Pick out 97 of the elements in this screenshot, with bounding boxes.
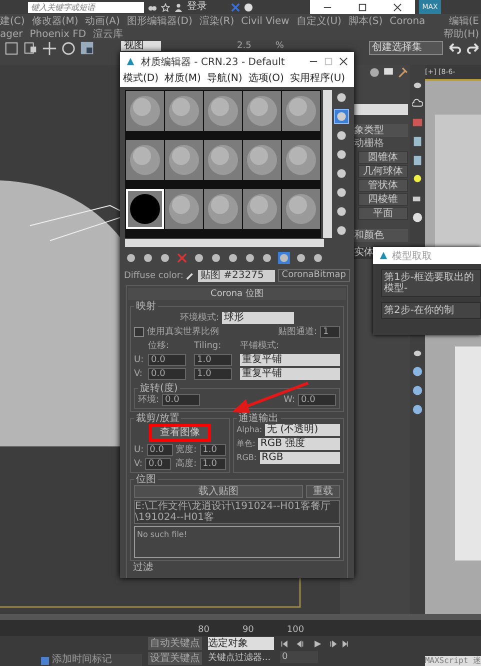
- maxscript-listener[interactable]: MAXScript 迷: [424, 656, 481, 666]
- menu-item[interactable]: ager: [0, 28, 23, 40]
- error-message: No such file!: [137, 530, 188, 539]
- menu-item[interactable]: 动画(A): [85, 14, 120, 28]
- offset-spinner[interactable]: 0.0: [148, 354, 186, 366]
- time-tag-field[interactable]: 添加时间标记: [52, 654, 142, 666]
- menu-item[interactable]: 模式(D): [123, 71, 159, 87]
- tile-mode-dropdown[interactable]: 重复平铺: [240, 368, 340, 380]
- login-link[interactable]: 登录: [187, 1, 207, 13]
- frame-tick-label: 100: [286, 625, 304, 636]
- group-title: 旋转(度): [139, 383, 179, 394]
- offset-label: 位移:: [148, 340, 170, 352]
- menu-item[interactable]: 导航(N): [206, 71, 242, 87]
- menu-item[interactable]: Civil View: [241, 14, 290, 28]
- group-title: 过滤: [133, 562, 153, 573]
- autogrid-label: 动栅格: [354, 138, 385, 150]
- map-channel-label: 贴图通道:: [278, 326, 317, 338]
- tiling-label: Tiling:: [194, 340, 222, 352]
- map-type-button[interactable]: CoronaBitmap: [278, 269, 350, 282]
- tiling-spinner[interactable]: 1.0: [194, 368, 232, 380]
- menu-item[interactable]: 自定义(U): [296, 14, 342, 28]
- offset-spinner[interactable]: 0.0: [148, 368, 186, 380]
- channel-label: 单色:: [236, 438, 256, 450]
- group-title: 通道输出: [238, 413, 280, 424]
- width-label: 宽度:: [176, 444, 197, 456]
- w-label: W:: [284, 394, 295, 406]
- selection-dropdown[interactable]: 选定对象: [208, 637, 274, 650]
- view-dropdown[interactable]: 视图: [121, 41, 161, 51]
- channel-dropdown[interactable]: RGB: [260, 452, 340, 464]
- height-spinner[interactable]: 1.0: [200, 458, 226, 470]
- object-type-button[interactable]: 四棱锥: [358, 193, 408, 206]
- menu-item[interactable]: Phoenix FD: [30, 28, 86, 40]
- object-type-button[interactable]: 平面: [358, 207, 408, 220]
- u-spinner[interactable]: 0.0: [146, 444, 173, 456]
- menu-item[interactable]: 图形编辑器(D): [126, 14, 192, 28]
- width-spinner[interactable]: 1.0: [200, 444, 226, 456]
- channel-dropdown[interactable]: RGB 强度: [258, 438, 340, 450]
- u-label: U:: [134, 444, 144, 456]
- tile-mode-label: 平铺模式:: [240, 340, 280, 352]
- tiling-spinner[interactable]: 1.0: [194, 354, 232, 366]
- env-mode-label: 环境模式:: [180, 312, 220, 324]
- view-image-button[interactable]: 查看图像: [148, 424, 211, 442]
- rollout-header[interactable]: 和颜色: [353, 229, 408, 242]
- frame-tick-label: 80: [198, 625, 210, 636]
- menu-item[interactable]: 材质(M): [164, 71, 201, 87]
- reload-button[interactable]: 重载: [306, 485, 340, 498]
- axis-label: U:: [134, 354, 145, 366]
- axis-label: V:: [134, 368, 144, 380]
- real-world-scale-label: 使用真实世界比例: [147, 326, 219, 338]
- object-type-button[interactable]: 圆锥体: [358, 151, 408, 164]
- rollout-header[interactable]: Corona 位图: [128, 288, 346, 300]
- menu-item[interactable]: 实用程序(U): [290, 71, 346, 87]
- menu-item[interactable]: 建(C): [0, 14, 25, 28]
- dialog-title: 模型取取: [392, 250, 432, 262]
- menu-item[interactable]: 编辑(E: [448, 14, 481, 28]
- auto-key-button[interactable]: 自动关键点: [148, 637, 202, 650]
- menu-item[interactable]: 脚本(S): [348, 14, 383, 28]
- menu-item[interactable]: 渲染(R): [199, 14, 234, 28]
- percent-snap[interactable]: %: [275, 41, 284, 51]
- key-filters-button[interactable]: 关键点过滤器...: [208, 652, 274, 665]
- map-channel-spinner[interactable]: 1: [320, 326, 340, 338]
- env-mode-dropdown[interactable]: 球形: [222, 312, 294, 324]
- file-path-field[interactable]: E:\工作文件\龙逍设计\191024--H01客餐厅\191024--H01客: [134, 500, 340, 524]
- menu-item[interactable]: 选项(O): [248, 71, 284, 87]
- set-key-button[interactable]: 设置关键点: [148, 652, 202, 665]
- selection-set-field[interactable]: 创建选择集: [369, 41, 443, 55]
- group-title: 位图: [135, 474, 157, 485]
- height-label: 高度:: [176, 458, 197, 470]
- object-type-button[interactable]: 几何球体: [358, 165, 408, 178]
- group-title: 映射: [135, 301, 157, 312]
- menu-item[interactable]: Corona: [390, 14, 426, 28]
- load-map-button[interactable]: 载入贴图: [134, 485, 303, 498]
- object-type-button[interactable]: 管状体: [358, 179, 408, 192]
- rollout-header[interactable]: 象类型: [353, 124, 408, 137]
- diffuse-color-label: Diffuse color:: [124, 270, 184, 282]
- channel-dropdown[interactable]: 无 (不透明): [265, 424, 340, 436]
- step-button[interactable]: 第1步-框选要取出的模型-: [381, 269, 481, 297]
- window-title: 材质编辑器 - CRN.23 - Default: [141, 56, 286, 68]
- map-name-field[interactable]: 贴图 #23275: [198, 270, 275, 282]
- snap-value[interactable]: 2.5: [237, 41, 252, 51]
- env-rotation-label: 环境:: [138, 394, 160, 406]
- frame-tick-label: 90: [242, 625, 254, 636]
- menu-item[interactable]: 修改器(M): [32, 14, 78, 28]
- channel-label: RGB:: [236, 452, 257, 464]
- channel-label: Alpha:: [236, 424, 262, 436]
- w-spinner[interactable]: 0.0: [298, 394, 336, 406]
- v-spinner[interactable]: 0.0: [145, 458, 172, 470]
- tile-mode-dropdown[interactable]: 重复平铺: [240, 354, 340, 366]
- group-title: 裁剪/放置: [135, 413, 180, 424]
- env-rotation-spinner[interactable]: 0.0: [162, 394, 200, 406]
- timeline-ruler[interactable]: 80 90 100: [0, 614, 481, 636]
- frame-field[interactable]: 0: [280, 651, 318, 663]
- v-label: V:: [134, 458, 142, 470]
- search-field[interactable]: 键入关键字或短语: [28, 2, 144, 12]
- menu-item[interactable]: 渲云库: [93, 28, 124, 40]
- menu-item[interactable]: 帮助(H): [444, 28, 481, 40]
- step-button[interactable]: 第2步-在你的制: [381, 302, 481, 319]
